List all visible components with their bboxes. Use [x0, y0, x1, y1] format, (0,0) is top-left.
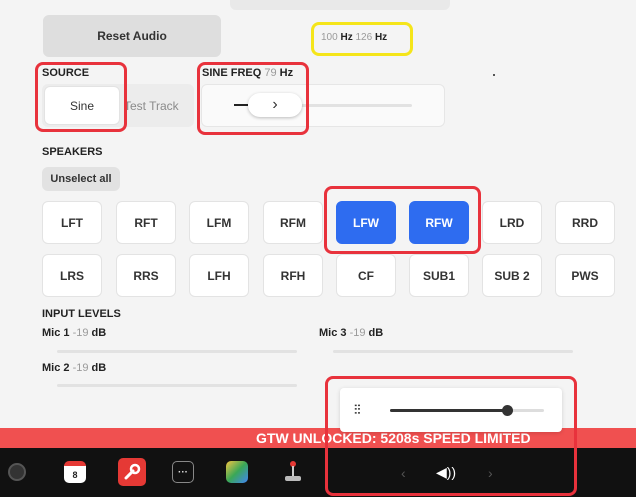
- speaker-pws-button[interactable]: PWS: [555, 254, 615, 297]
- mic1-value: -19: [72, 327, 89, 339]
- wrench-icon[interactable]: [118, 458, 146, 486]
- speaker-lft-button[interactable]: LFT: [42, 201, 102, 244]
- top-tab-bar: [230, 0, 450, 10]
- source-option-test-track[interactable]: Test Track: [124, 99, 179, 113]
- mic3-label: Mic 3 -19 dB: [319, 327, 383, 339]
- speaker-cf-button[interactable]: CF: [336, 254, 396, 297]
- camera-icon[interactable]: [8, 463, 26, 481]
- mic3-level-bar: [333, 350, 573, 353]
- unselect-all-button[interactable]: Unselect all: [42, 167, 120, 191]
- annotation-red-sine-freq: [197, 62, 309, 135]
- reset-audio-button[interactable]: Reset Audio: [43, 15, 221, 57]
- mic1-name: Mic 1: [42, 327, 70, 339]
- speaker-rfm-button[interactable]: RFM: [263, 201, 323, 244]
- joystick-icon[interactable]: [282, 461, 302, 483]
- speaker-sub1-button[interactable]: SUB1: [409, 254, 469, 297]
- mic3-name: Mic 3: [319, 327, 347, 339]
- calendar-icon[interactable]: 8: [64, 461, 86, 483]
- speaker-rfh-button[interactable]: RFH: [263, 254, 323, 297]
- speaker-rrd-button[interactable]: RRD: [555, 201, 615, 244]
- more-apps-icon[interactable]: ···: [172, 461, 194, 483]
- speaker-sub2-button[interactable]: SUB 2: [482, 254, 542, 297]
- mic2-unit: dB: [91, 362, 107, 374]
- speaker-lfh-button[interactable]: LFH: [189, 254, 249, 297]
- mic2-label: Mic 2 -19 dB: [42, 362, 106, 374]
- mic1-level-bar: [57, 350, 297, 353]
- speaker-rft-button[interactable]: RFT: [116, 201, 176, 244]
- mic2-level-bar: [57, 384, 297, 387]
- sine-freq-track[interactable]: [300, 104, 412, 107]
- calendar-day: 8: [72, 469, 78, 480]
- speaker-lfm-button[interactable]: LFM: [189, 201, 249, 244]
- mic2-name: Mic 2: [42, 362, 70, 374]
- mic2-value: -19: [72, 362, 89, 374]
- annotation-red-source: [35, 62, 127, 132]
- input-levels-label: INPUT LEVELS: [42, 308, 121, 320]
- wrench-glyph: [124, 463, 141, 480]
- speakers-label: SPEAKERS: [42, 146, 103, 158]
- mic3-value: -19: [349, 327, 366, 339]
- stray-dot: [493, 74, 495, 76]
- mic3-unit: dB: [368, 327, 384, 339]
- toybox-icon[interactable]: [226, 461, 248, 483]
- speaker-lrs-button[interactable]: LRS: [42, 254, 102, 297]
- speaker-rrs-button[interactable]: RRS: [116, 254, 176, 297]
- annotation-yellow-freq: [311, 22, 413, 56]
- mic1-label: Mic 1 -19 dB: [42, 327, 106, 339]
- annotation-red-speakers: [324, 186, 481, 254]
- annotation-red-volume: [325, 376, 577, 496]
- speaker-lrd-button[interactable]: LRD: [482, 201, 542, 244]
- mic1-unit: dB: [91, 327, 107, 339]
